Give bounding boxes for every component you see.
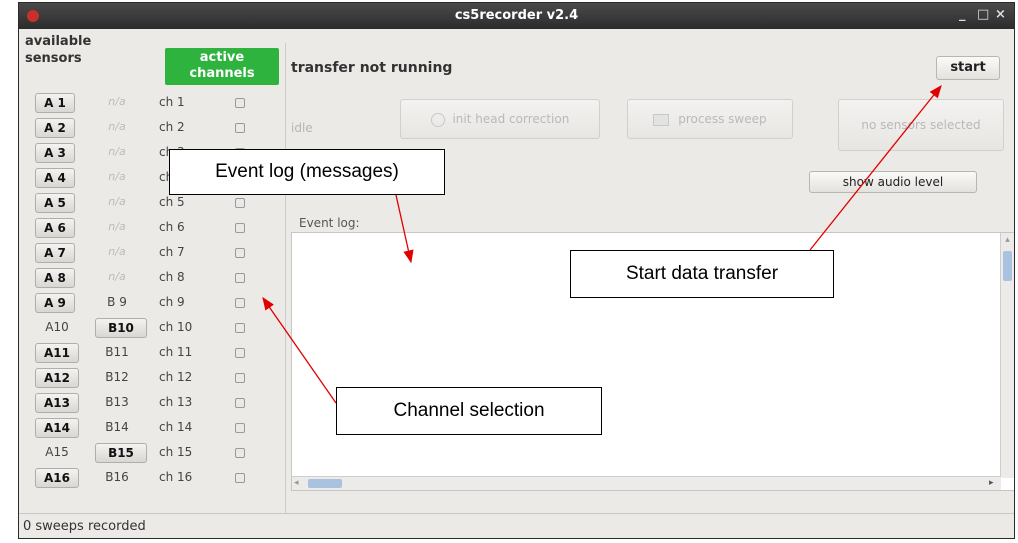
- channel-checkbox-5[interactable]: [235, 198, 245, 208]
- channel-label-12: ch 12: [159, 370, 193, 384]
- channel-label-5: ch 5: [159, 195, 185, 209]
- maximize-icon[interactable]: □: [977, 7, 989, 22]
- channel-checkbox-7[interactable]: [235, 248, 245, 258]
- available-sensors-header: available sensors: [25, 34, 92, 66]
- sensor-a-5[interactable]: A 5: [35, 193, 75, 213]
- sensor-b-14[interactable]: B14: [91, 418, 143, 438]
- transfer-status: transfer not running: [291, 60, 453, 76]
- process-sweep-label: process sweep: [678, 112, 767, 126]
- show-audio-level-button[interactable]: show audio level: [809, 171, 977, 193]
- channel-label-8: ch 8: [159, 270, 185, 284]
- sensor-b-5: n/a: [108, 195, 126, 208]
- init-head-correction-label: init head correction: [452, 112, 570, 126]
- idle-status: idle: [291, 121, 313, 135]
- channel-checkbox-14[interactable]: [235, 423, 245, 433]
- scroll-right-icon[interactable]: ▸: [989, 478, 999, 489]
- channel-checkbox-15[interactable]: [235, 448, 245, 458]
- sensor-b-11[interactable]: B11: [91, 343, 143, 363]
- channel-selection-callout: Channel selection: [336, 387, 602, 435]
- channel-label-16: ch 16: [159, 470, 193, 484]
- event-log-callout: Event log (messages): [169, 149, 445, 195]
- head-correction-icon: [430, 112, 445, 127]
- channel-label-9: ch 9: [159, 295, 185, 309]
- horizontal-scrollbar[interactable]: ◂ ▸: [292, 476, 1001, 490]
- start-transfer-callout: Start data transfer: [570, 250, 834, 298]
- sensor-b-3: n/a: [108, 145, 126, 158]
- sensor-a-8[interactable]: A 8: [35, 268, 75, 288]
- sensor-a-14[interactable]: A14: [35, 418, 79, 438]
- channel-label-11: ch 11: [159, 345, 193, 359]
- channel-checkbox-11[interactable]: [235, 348, 245, 358]
- init-head-correction-button: init head correction: [400, 99, 600, 139]
- channel-checkbox-12[interactable]: [235, 373, 245, 383]
- horizontal-scroll-thumb[interactable]: [308, 479, 342, 488]
- sensor-b-4: n/a: [108, 170, 126, 183]
- app-window: cs5recorder v2.4 _ □ × available sensors…: [18, 2, 1015, 539]
- sidebar-divider: [285, 43, 286, 513]
- channel-checkbox-13[interactable]: [235, 398, 245, 408]
- window-title: cs5recorder v2.4: [454, 8, 579, 23]
- channel-checkbox-10[interactable]: [235, 323, 245, 333]
- channel-label-6: ch 6: [159, 220, 185, 234]
- sensor-b-9[interactable]: B 9: [91, 293, 143, 313]
- sensor-a-7[interactable]: A 7: [35, 243, 75, 263]
- sensor-b-2: n/a: [108, 120, 126, 133]
- no-sensors-selected-button: no sensors selected: [838, 99, 1004, 151]
- sensor-b-1: n/a: [108, 95, 126, 108]
- scroll-up-icon[interactable]: ▴: [1003, 235, 1012, 245]
- close-icon[interactable]: ×: [995, 7, 1006, 22]
- scroll-left-icon[interactable]: ◂: [294, 478, 304, 489]
- sensor-b-12[interactable]: B12: [91, 368, 143, 388]
- sensor-a-12[interactable]: A12: [35, 368, 79, 388]
- sensor-a-1[interactable]: A 1: [35, 93, 75, 113]
- channel-label-15: ch 15: [159, 445, 193, 459]
- sensor-b-10[interactable]: B10: [95, 318, 147, 338]
- channel-checkbox-6[interactable]: [235, 223, 245, 233]
- sensor-a-9[interactable]: A 9: [35, 293, 75, 313]
- sensor-b-16[interactable]: B16: [91, 468, 143, 488]
- sensor-a-13[interactable]: A13: [35, 393, 79, 413]
- sensor-b-7: n/a: [108, 245, 126, 258]
- vertical-scroll-thumb[interactable]: [1003, 251, 1012, 281]
- sensor-a-15[interactable]: A15: [35, 443, 79, 463]
- channel-label-2: ch 2: [159, 120, 185, 134]
- sensor-b-15[interactable]: B15: [95, 443, 147, 463]
- channel-label-14: ch 14: [159, 420, 193, 434]
- sensor-a-3[interactable]: A 3: [35, 143, 75, 163]
- status-bar: 0 sweeps recorded: [19, 513, 1014, 538]
- channel-checkbox-9[interactable]: [235, 298, 245, 308]
- vertical-scrollbar[interactable]: ▴: [1000, 233, 1014, 478]
- title-bar: cs5recorder v2.4 _ □ ×: [19, 3, 1014, 29]
- sensor-a-11[interactable]: A11: [35, 343, 79, 363]
- sensor-b-6: n/a: [108, 220, 126, 233]
- start-button[interactable]: start: [936, 56, 1000, 80]
- channel-checkbox-8[interactable]: [235, 273, 245, 283]
- sensor-b-13[interactable]: B13: [91, 393, 143, 413]
- channel-label-7: ch 7: [159, 245, 185, 259]
- process-sweep-button: process sweep: [627, 99, 793, 139]
- minimize-icon[interactable]: _: [959, 7, 966, 22]
- sensor-a-10[interactable]: A10: [35, 318, 79, 338]
- sensor-a-16[interactable]: A16: [35, 468, 79, 488]
- channel-checkbox-16[interactable]: [235, 473, 245, 483]
- sensor-a-2[interactable]: A 2: [35, 118, 75, 138]
- channel-checkbox-2[interactable]: [235, 123, 245, 133]
- sensor-a-6[interactable]: A 6: [35, 218, 75, 238]
- sensor-a-4[interactable]: A 4: [35, 168, 75, 188]
- channel-label-1: ch 1: [159, 95, 185, 109]
- active-channels-header: active channels: [165, 48, 279, 85]
- channel-label-13: ch 13: [159, 395, 193, 409]
- event-log-label: Event log:: [299, 216, 360, 230]
- sensor-b-8: n/a: [108, 270, 126, 283]
- process-sweep-icon: [653, 113, 670, 126]
- channel-label-10: ch 10: [159, 320, 193, 334]
- channel-checkbox-1[interactable]: [235, 98, 245, 108]
